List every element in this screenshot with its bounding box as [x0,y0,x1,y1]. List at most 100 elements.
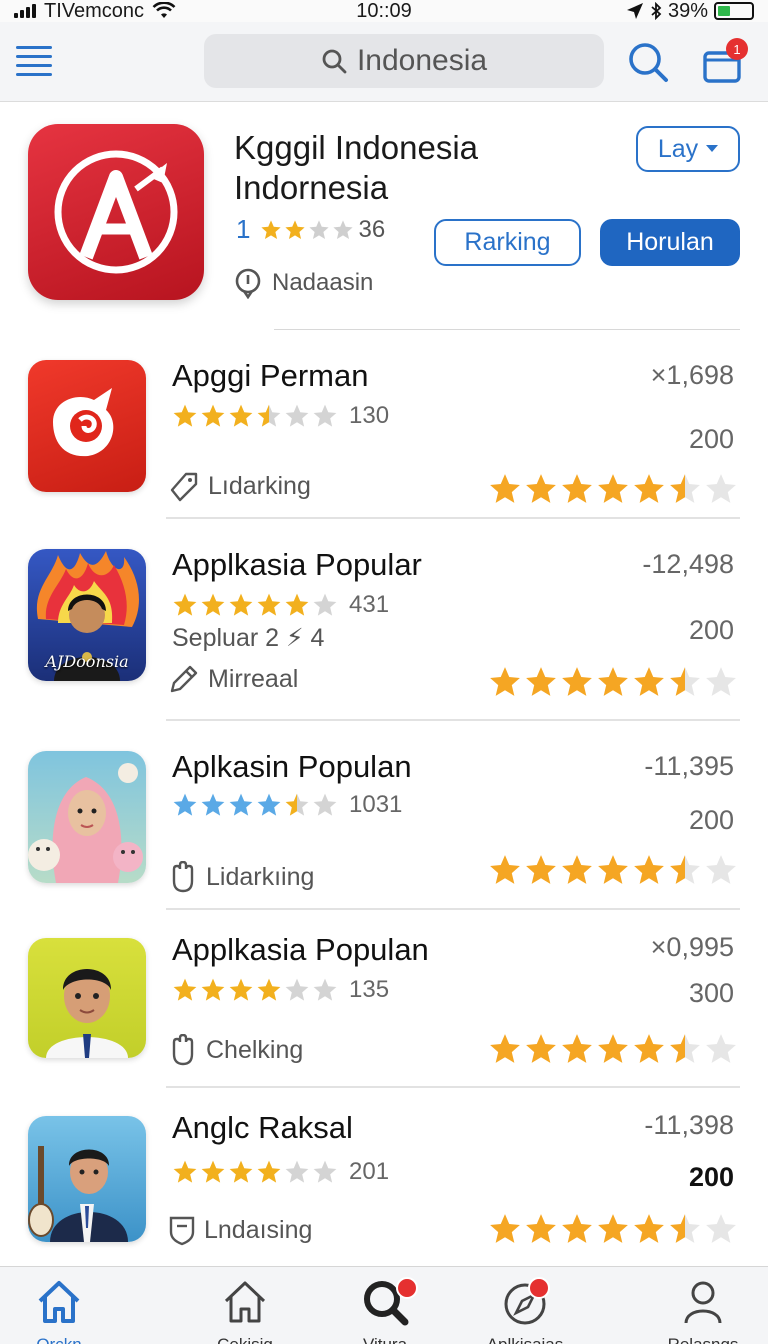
star-icon [257,1160,281,1183]
app-subtitle: Sepluar 2 ⚡ 4 [172,624,325,652]
star-icon [526,1034,556,1063]
nav-tab-vitura[interactable]: Vitura [330,1277,440,1344]
app-list: Apggi Perman 130 Lıdarking ×1,698 200 AJ… [0,330,768,1254]
rating-count: 1031 [349,791,403,818]
search-input[interactable]: Indonesia [204,34,604,88]
star-icon [634,474,664,503]
star-icon [201,593,225,616]
signal-icon [14,4,36,18]
list-item[interactable]: Apggi Perman 130 Lıdarking ×1,698 200 [0,330,768,519]
nav-badge [528,1277,550,1299]
star-icon [257,404,281,427]
app-icon[interactable] [28,360,146,492]
star-icon [670,855,700,884]
app-icon[interactable] [28,938,146,1058]
star-icon [562,667,592,696]
nav-label: Orckn [36,1335,81,1344]
app-size: 200 [688,615,734,645]
star-icon [706,667,736,696]
download-count: -11,395 [644,751,734,781]
star-icon [490,1034,520,1063]
app-icon-caption: AJDoonsia [45,652,129,671]
featured-rating-number: 1 [236,214,251,244]
large-star-rating [488,472,738,506]
star-icon [706,855,736,884]
nav-badge [396,1277,418,1299]
ranking-button[interactable]: Rarking [434,219,581,266]
hand-icon [172,1034,194,1066]
rating-count: 431 [349,591,390,618]
bottom-nav: Orckn Cekisig Vitura Aplkisaias Relasngs [0,1266,768,1344]
app-name[interactable]: Applkasia Popular [172,547,422,583]
compass-arrow-logo [54,150,178,274]
search-button-icon[interactable] [626,40,670,84]
star-icon [257,593,281,616]
app-icon[interactable]: AJDoonsia [28,549,146,681]
bluetooth-icon [651,2,662,20]
list-item[interactable]: Applkasia Populan 135 Chelking ×0,995 30… [0,910,768,1088]
download-count: ×1,698 [650,360,734,390]
star-icon [526,667,556,696]
horulan-button[interactable]: Horulan [600,219,740,266]
featured-rating: 1 36 [236,214,385,245]
star-icon [598,667,628,696]
hamburger-icon[interactable] [16,46,52,76]
app-size: 200 [688,424,734,454]
app-size: 200 [688,1162,734,1192]
star-icon [309,219,330,239]
download-count: ×0,995 [650,932,734,962]
app-rating: 1031 [172,791,402,819]
star-icon [670,667,700,696]
nav-tab-cekisig[interactable]: Cekisig [190,1277,300,1344]
star-icon [229,978,253,1001]
wifi-icon [152,2,176,18]
star-icon [333,219,354,239]
tag-icon [170,472,198,502]
nav-tab-aplkisaias[interactable]: Aplkisaias [470,1277,580,1344]
featured-app-icon[interactable] [28,124,204,300]
location-pin-icon [235,268,261,299]
star-icon [562,474,592,503]
list-item[interactable]: Aplkasin Populan 1031 Lidarkıing -11,395… [0,721,768,910]
app-icon[interactable] [28,751,146,883]
list-item[interactable]: Anglc Raksal 201 Lndaısing -11,398 200 [0,1088,768,1254]
status-bar: TIVemconc 10::09 39% [0,0,768,22]
star-icon [634,1214,664,1243]
app-tag-label: Lidarkıing [206,862,315,891]
star-icon [173,978,197,1001]
star-icon [598,474,628,503]
app-header: Indonesia 1 [0,22,768,102]
star-icon [285,793,309,816]
app-name[interactable]: Aplkasin Populan [172,749,412,785]
star-icon [173,793,197,816]
large-star-rating [488,1032,738,1066]
suit-boy-guitar-portrait [28,1146,128,1242]
featured-title-line2: Indornesia [234,169,389,206]
nav-label: Cekisig [217,1335,273,1344]
app-rating: 135 [172,976,389,1004]
battery-icon [714,2,754,20]
nav-label: Relasngs [668,1335,739,1344]
star-icon [229,1160,253,1183]
nav-tab-relasngs[interactable]: Relasngs [648,1277,758,1344]
star-icon [285,219,306,239]
star-icon [706,1034,736,1063]
star-icon [201,978,225,1001]
lay-dropdown-button[interactable]: Lay [636,126,740,172]
app-tag: Lidarkıing [168,861,314,893]
featured-app-title[interactable]: Kgggil Indonesia Indornesia [234,128,534,208]
star-icon [201,1160,225,1183]
list-item[interactable]: AJDoonsia Applkasia Popular 431 Sepluar … [0,519,768,721]
app-name[interactable]: Apggi Perman [172,358,368,394]
star-icon [313,593,337,616]
featured-app-card[interactable]: Kgggil Indonesia Indornesia 1 36 Nadaasi… [0,104,768,330]
app-name[interactable]: Applkasia Populan [172,932,429,968]
app-icon[interactable] [28,1116,146,1242]
rating-count: 130 [349,402,390,429]
nav-tab-orckn[interactable]: Orckn [4,1277,114,1344]
featured-location: Nadaasin [234,267,373,299]
shield-icon [169,1216,195,1246]
red-swirl-logo [53,388,114,457]
app-name[interactable]: Anglc Raksal [172,1110,353,1146]
nav-label: Vitura [363,1335,407,1344]
